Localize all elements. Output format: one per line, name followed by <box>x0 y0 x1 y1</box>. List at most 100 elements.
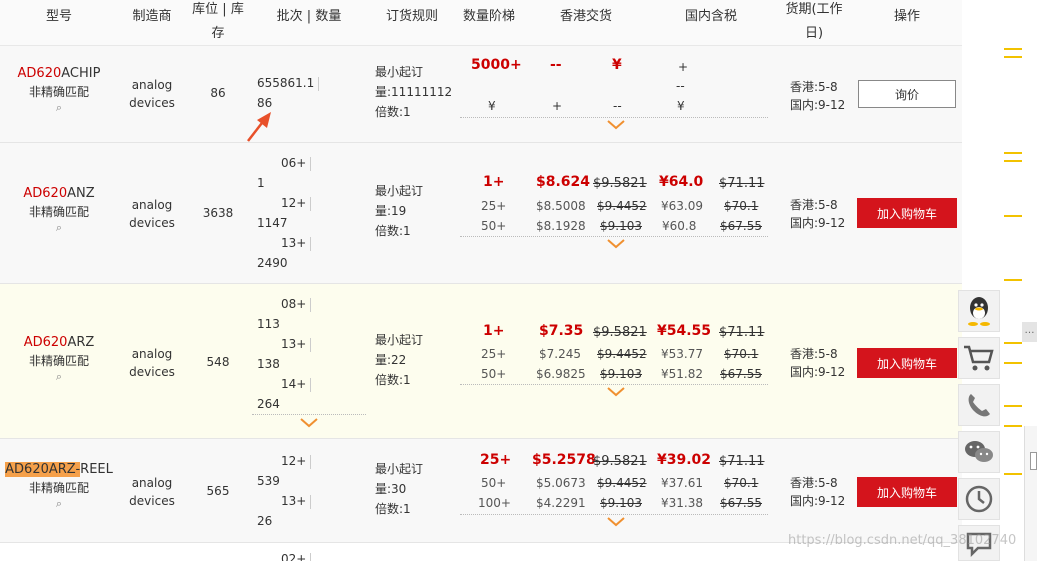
hk-price: $5.0673 <box>536 476 586 490</box>
tier-qty: 100+ <box>478 496 511 510</box>
cn-price: ¥64.0 <box>659 174 704 190</box>
ruler-mark <box>1004 48 1022 58</box>
chevron-down-icon[interactable] <box>607 517 625 527</box>
model-cell: AD620ANZ 非精确匹配 ⌕ <box>0 186 118 235</box>
lead-time: 香港:5-8 国内:9-12 <box>790 80 846 112</box>
tier-qty: 50+ <box>481 367 507 381</box>
tier-qty: 1+ <box>483 174 505 190</box>
ruler-mark <box>1004 152 1022 162</box>
model-link[interactable]: AD620ARZ <box>0 335 118 350</box>
hk-orig-price: $9.103 <box>600 367 642 381</box>
col-maker: 制造商 <box>132 9 172 24</box>
hk2-bottom: -- <box>613 99 622 113</box>
watermark: https://blog.csdn.net/qq_38102740 <box>788 533 1017 548</box>
cn-price: ¥37.61 <box>661 476 703 490</box>
phone-icon[interactable] <box>958 384 1000 426</box>
order-rule: 最小起订 量:19 倍数:1 <box>375 184 424 238</box>
cn-orig-price: $71.11 <box>719 325 765 340</box>
chevron-down-icon[interactable] <box>607 387 625 397</box>
wechat-icon[interactable] <box>958 431 1000 473</box>
col-order-rule: 订货规则 <box>385 9 438 24</box>
tier-qty: 25+ <box>481 347 507 361</box>
chevron-down-icon[interactable] <box>607 239 625 249</box>
ruler-mark <box>1004 342 1022 364</box>
chevron-down-icon[interactable] <box>300 418 318 428</box>
col-lead: 货期(工作日) <box>785 2 843 41</box>
add-to-cart-button[interactable]: 加入购物车 <box>857 348 957 378</box>
hk-price: $8.5008 <box>536 199 586 213</box>
cn-orig-price: $70.1 <box>724 476 759 490</box>
model-link[interactable]: AD620ACHIP <box>0 66 118 81</box>
add-to-cart-button[interactable]: 加入购物车 <box>857 477 957 507</box>
tier-qty: 1+ <box>483 323 505 339</box>
hk-price-alt: ¥ <box>612 57 622 73</box>
cn-price: ¥63.09 <box>661 199 703 213</box>
hk-orig-price: $9.4452 <box>597 199 647 213</box>
cn-orig-price: $67.55 <box>720 496 762 510</box>
cn-price: ¥39.02 <box>657 452 712 468</box>
lot-list: 12+ 539 13+ 26 <box>257 451 312 531</box>
hk-price: $8.1928 <box>536 219 586 233</box>
maker-cell: analog devices <box>129 347 175 379</box>
inquiry-button[interactable]: 询价 <box>858 80 956 108</box>
tier-qty: 25+ <box>481 199 507 213</box>
ruler-mark <box>1004 279 1022 289</box>
cn-price: ¥51.82 <box>661 367 703 381</box>
tier-qty: 50+ <box>481 219 507 233</box>
col-cn: 国内含税 <box>684 9 737 24</box>
hk-price: $7.35 <box>539 323 584 339</box>
zoom-icon[interactable]: ⌕ <box>0 497 118 511</box>
stock-value: 3638 <box>202 206 234 220</box>
hk-orig-price: $9.5821 <box>593 176 647 191</box>
model-link[interactable]: AD620ANZ <box>0 186 118 201</box>
lead-time: 香港:5-8 国内:9-12 <box>790 198 846 230</box>
match-label: 非精确匹配 <box>28 481 89 495</box>
col-action: 操作 <box>893 9 920 24</box>
qq-icon[interactable] <box>958 290 1000 332</box>
cn-price: + <box>678 60 689 74</box>
hk-bottom: + <box>552 99 563 113</box>
cn-orig-price: $70.1 <box>724 347 759 361</box>
ruler-mark <box>1004 473 1022 483</box>
lead-time: 香港:5-8 国内:9-12 <box>790 476 846 508</box>
side-panel-input[interactable] <box>1030 452 1037 470</box>
tier-currency: ¥ <box>488 99 496 113</box>
cn-price: ¥60.8 <box>662 219 697 233</box>
side-panel <box>1024 426 1037 561</box>
lead-time: 香港:5-8 国内:9-12 <box>790 347 846 379</box>
zoom-icon[interactable]: ⌕ <box>0 370 118 384</box>
cn-orig-price: $67.55 <box>720 367 762 381</box>
col-model: 型号 <box>45 9 72 24</box>
col-lot: 批次 | 数量 <box>276 9 342 24</box>
hk-orig-price: $9.5821 <box>593 454 647 469</box>
more-icon[interactable]: … <box>1022 322 1037 342</box>
model-link[interactable]: AD620ARZ-REEL <box>0 462 118 477</box>
chevron-down-icon[interactable] <box>607 120 625 130</box>
hk-price: $4.2291 <box>536 496 586 510</box>
zoom-icon[interactable]: ⌕ <box>0 221 118 235</box>
maker-cell: analog devices <box>129 476 175 508</box>
add-to-cart-button[interactable]: 加入购物车 <box>857 198 957 228</box>
stock-value: 565 <box>206 484 230 498</box>
tier-qty: 25+ <box>480 452 512 468</box>
stock-value: 86 <box>210 86 226 100</box>
hk-price: $6.9825 <box>536 367 586 381</box>
cn-orig-price: $71.11 <box>719 454 765 469</box>
cart-icon[interactable] <box>958 337 1000 379</box>
hk-orig-price: $9.103 <box>600 219 642 233</box>
order-rule: 最小起订 量:22 倍数:1 <box>375 333 424 387</box>
clock-icon[interactable] <box>958 478 1000 520</box>
table-row: AD620ACHIP 非精确匹配 ⌕ analog devices 86 6558… <box>0 46 962 143</box>
order-rule: 最小起订 量:30 倍数:1 <box>375 462 424 516</box>
lot-list: 08+ 113 13+ 138 14+ 264 <box>257 294 312 414</box>
table-row: AD620ARZ 非精确匹配 ⌕ analog devices 548 08+ 1… <box>0 284 962 439</box>
cn-price: ¥54.55 <box>657 323 712 339</box>
table-row: AD620ARZ-REEL 非精确匹配 ⌕ analog devices 565 … <box>0 439 962 543</box>
cn-bottom: ¥ <box>677 99 685 113</box>
cn-orig-price: $67.55 <box>720 219 762 233</box>
ruler-mark <box>1004 215 1022 225</box>
zoom-icon[interactable]: ⌕ <box>0 101 118 115</box>
cn-orig-price: $71.11 <box>719 176 765 191</box>
table-header: 型号 制造商 库位 | 库存 批次 | 数量 订货规则 数量阶梯 香港交货 国内… <box>0 0 962 46</box>
maker-cell: analog devices <box>129 78 175 110</box>
